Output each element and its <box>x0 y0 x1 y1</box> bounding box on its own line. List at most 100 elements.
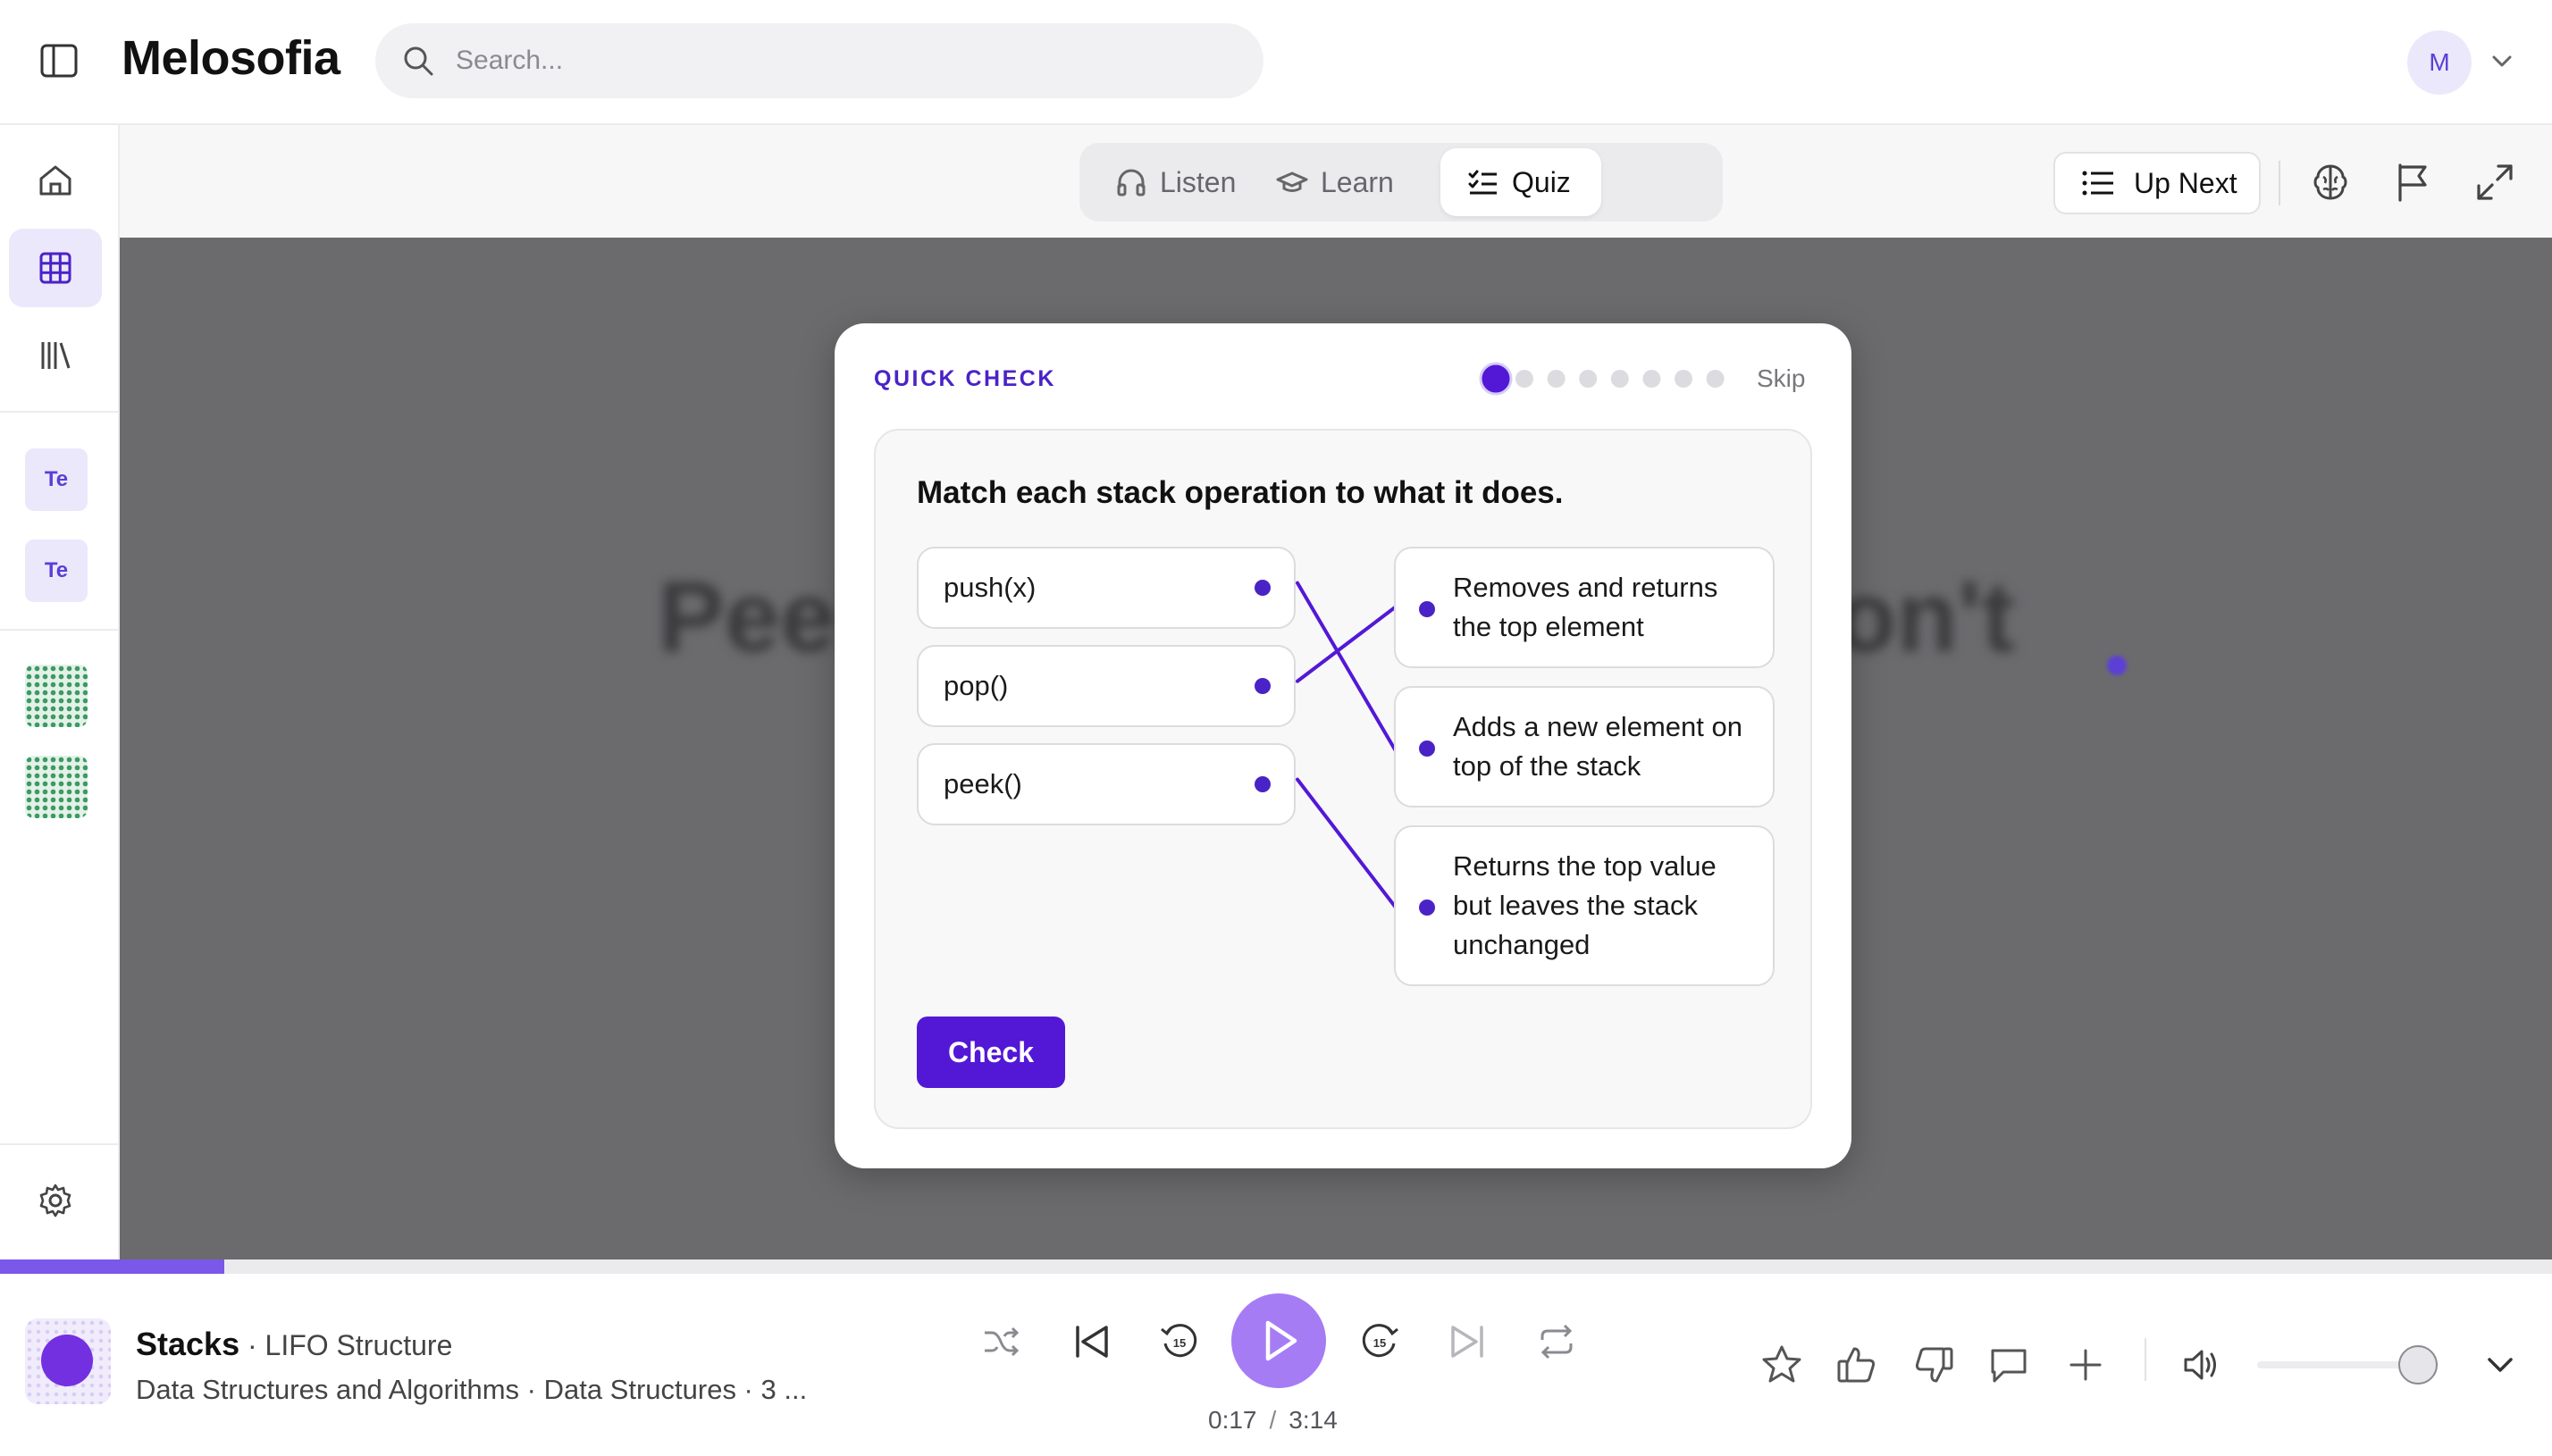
volume-icon[interactable] <box>2180 1343 2223 1386</box>
option-label: peek() <box>944 768 1022 799</box>
track-progress-bar[interactable] <box>0 1259 2552 1274</box>
svg-text:15: 15 <box>1373 1336 1386 1350</box>
player-divider <box>2145 1338 2146 1381</box>
quiz-kicker: QUICK CHECK <box>874 366 1056 391</box>
search-box[interactable] <box>375 23 1263 98</box>
avatar[interactable]: M <box>2407 30 2472 95</box>
match-option-right[interactable]: Returns the top value but leaves the sta… <box>1394 825 1775 986</box>
connector-dot[interactable] <box>1419 601 1435 617</box>
tab-listen[interactable]: Listen <box>1103 148 1248 216</box>
match-option-left[interactable]: pop() <box>917 645 1296 727</box>
gear-icon <box>39 1184 71 1218</box>
progress-dot <box>1675 370 1692 388</box>
progress-dot <box>1642 370 1661 388</box>
playback-time: 0:17 / 3:14 <box>1208 1406 1338 1435</box>
stage-marker <box>2107 656 2127 675</box>
track-artwork[interactable] <box>25 1318 111 1404</box>
match-option-right[interactable]: Adds a new element on top of the stack <box>1394 686 1775 807</box>
sidebar-toggle-icon[interactable] <box>39 43 79 79</box>
check-button[interactable]: Check <box>917 1017 1065 1088</box>
expand-icon[interactable] <box>2473 161 2516 204</box>
connector-dot[interactable] <box>1255 776 1271 792</box>
repeat-icon[interactable] <box>1535 1320 1578 1363</box>
connector-dot[interactable] <box>1419 900 1435 916</box>
pinned-item[interactable]: Te <box>25 540 88 602</box>
settings-button[interactable] <box>9 1161 102 1240</box>
star-icon[interactable] <box>1760 1343 1803 1386</box>
pinned-thumbnail[interactable] <box>25 665 88 727</box>
match-option-left[interactable]: peek() <box>917 743 1296 825</box>
add-icon[interactable] <box>2064 1343 2107 1386</box>
graduation-cap-icon <box>1276 172 1308 192</box>
track-title[interactable]: Stacks · LIFO Structure <box>136 1326 452 1363</box>
play-button[interactable] <box>1231 1293 1326 1388</box>
skip-button[interactable]: Skip <box>1757 364 1805 393</box>
stage-background-text: on't <box>1835 561 2015 673</box>
library-icon <box>41 342 71 369</box>
option-label: Removes and returns the top element <box>1453 572 1718 642</box>
sidebar-divider <box>0 629 118 631</box>
thumbs-down-icon[interactable] <box>1912 1343 1955 1386</box>
top-bar: Melosofia M <box>0 0 2552 125</box>
sidebar-item-grid[interactable] <box>9 229 102 307</box>
checklist-icon <box>1468 170 1497 195</box>
sidebar: Te Te <box>0 125 120 1259</box>
search-icon <box>404 46 433 76</box>
progress-dot-current <box>1479 362 1513 396</box>
progress-dot <box>1547 370 1566 388</box>
play-icon <box>1265 1320 1297 1361</box>
option-label: push(x) <box>944 572 1037 603</box>
connector-dot[interactable] <box>1419 741 1435 757</box>
track-subtitle: LIFO Structure <box>264 1329 453 1361</box>
question-card: Match each stack operation to what it do… <box>874 429 1812 1129</box>
chevron-down-icon[interactable] <box>2479 1343 2522 1386</box>
forward-15-icon[interactable]: 15 <box>1358 1320 1401 1363</box>
time-separator: / <box>1269 1406 1277 1434</box>
rewind-15-icon[interactable]: 15 <box>1158 1320 1201 1363</box>
progress-dot <box>1610 370 1629 388</box>
sidebar-item-library[interactable] <box>9 316 102 395</box>
sidebar-item-home[interactable] <box>9 141 102 220</box>
comment-icon[interactable] <box>1987 1343 2030 1386</box>
mode-tabs: Listen Learn Quiz <box>1079 143 1723 222</box>
connector-dot[interactable] <box>1255 678 1271 694</box>
artwork-disc <box>41 1335 93 1386</box>
connector-dot[interactable] <box>1255 580 1271 596</box>
up-next-label: Up Next <box>2134 166 2237 199</box>
pinned-thumbnail[interactable] <box>25 756 88 818</box>
next-icon[interactable] <box>1446 1320 1489 1363</box>
thumbs-up-icon[interactable] <box>1835 1343 1878 1386</box>
total-duration: 3:14 <box>1289 1406 1338 1434</box>
tab-quiz[interactable]: Quiz <box>1440 148 1601 216</box>
question-text: Match each stack operation to what it do… <box>917 475 1564 510</box>
chevron-down-icon[interactable] <box>2488 46 2516 75</box>
option-label: Adds a new element on top of the stack <box>1453 711 1742 782</box>
volume-slider-handle[interactable] <box>2398 1345 2438 1385</box>
previous-icon[interactable] <box>1070 1320 1113 1363</box>
home-icon <box>39 165 71 196</box>
match-option-left[interactable]: push(x) <box>917 547 1296 629</box>
track-path[interactable]: Data Structures and Algorithms · Data St… <box>136 1374 807 1406</box>
player-bar: Stacks · LIFO Structure Data Structures … <box>0 1259 2552 1456</box>
tab-learn[interactable]: Learn <box>1263 148 1406 216</box>
flag-icon[interactable] <box>2391 161 2434 204</box>
brand-logo[interactable]: Melosofia <box>122 30 340 86</box>
option-label: pop() <box>944 670 1009 701</box>
option-label: Returns the top value but leaves the sta… <box>1453 850 1717 960</box>
quiz-progress <box>1479 362 1725 396</box>
track-subtitle-sep: · <box>239 1329 265 1361</box>
elapsed-time: 0:17 <box>1208 1406 1257 1434</box>
tab-label: Learn <box>1321 165 1394 198</box>
headphones-icon <box>1117 169 1146 197</box>
stage-background-text: Peel <box>658 561 864 673</box>
shuffle-icon[interactable] <box>979 1320 1022 1363</box>
search-input[interactable] <box>456 23 1242 98</box>
list-icon <box>2082 171 2113 196</box>
pinned-item[interactable]: Te <box>25 448 88 511</box>
brain-icon[interactable] <box>2309 161 2352 204</box>
quiz-modal: QUICK CHECK Skip Match each stack operat… <box>835 323 1851 1168</box>
up-next-button[interactable]: Up Next <box>2053 152 2261 214</box>
match-option-right[interactable]: Removes and returns the top element <box>1394 547 1775 668</box>
mode-bar: Listen Learn Quiz Up Next <box>120 125 2552 238</box>
progress-dot <box>1706 370 1725 388</box>
